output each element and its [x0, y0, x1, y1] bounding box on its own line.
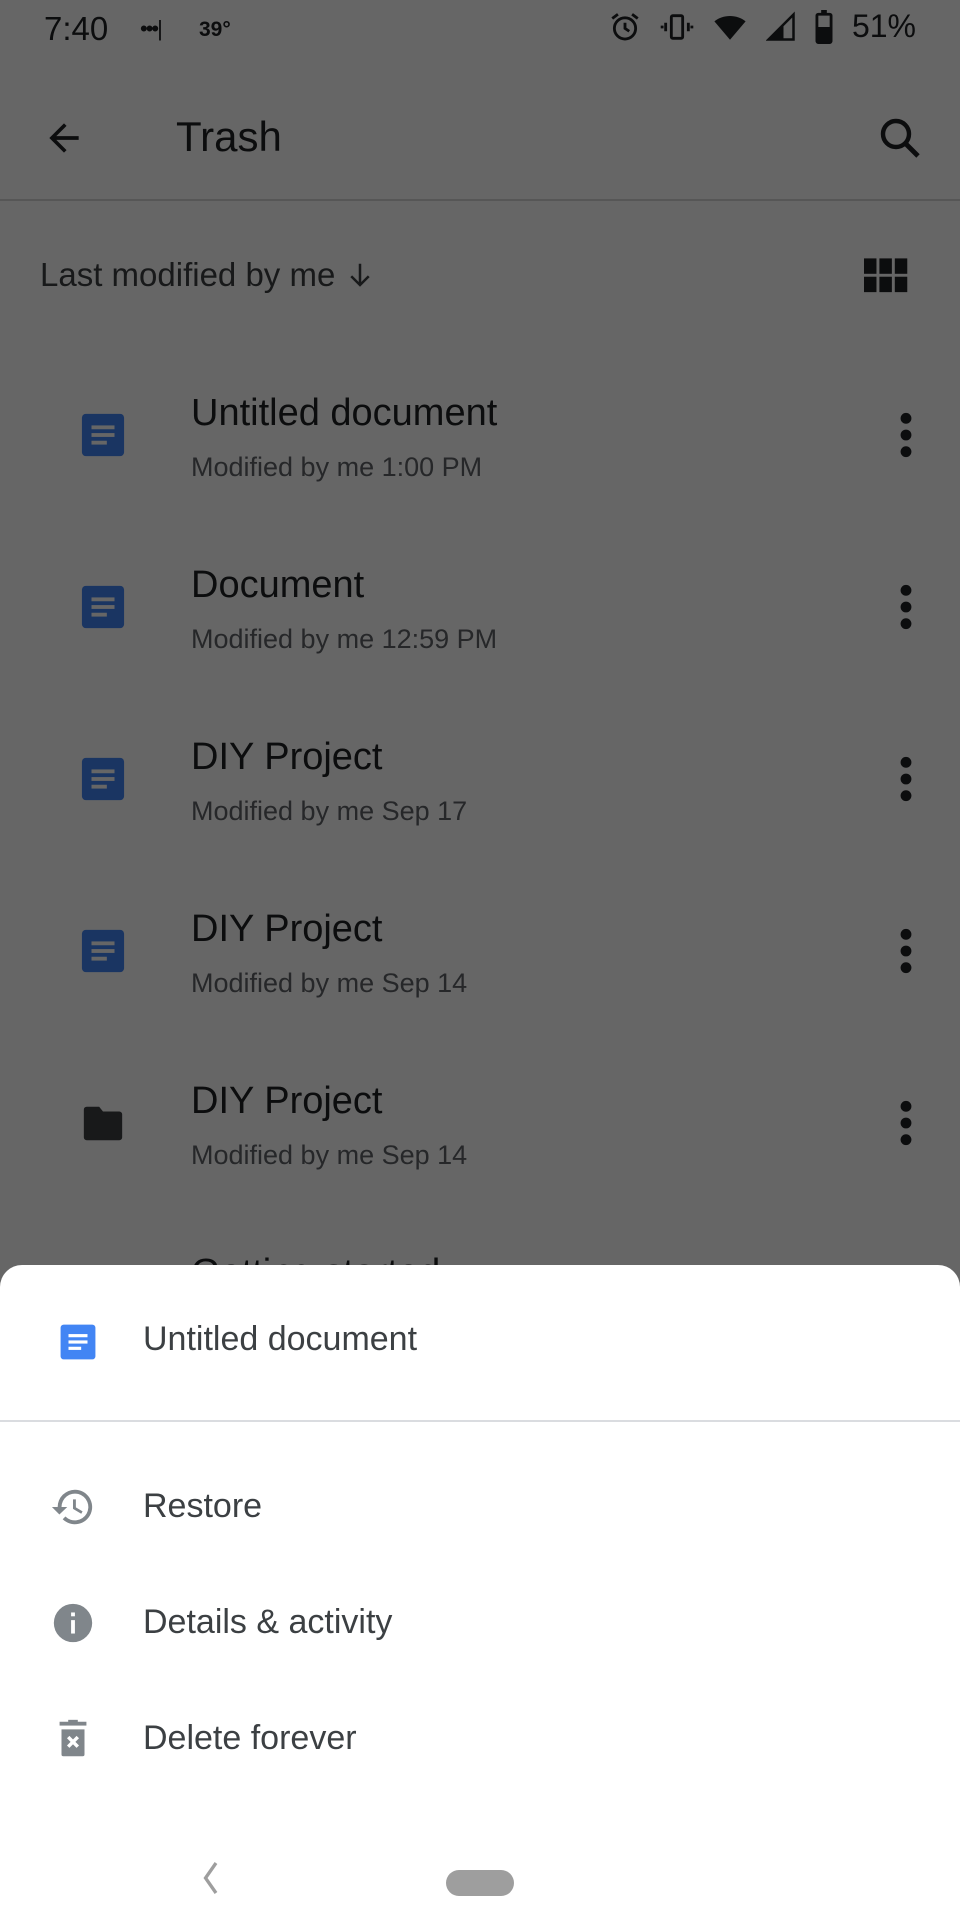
system-nav-bar: [0, 1820, 960, 1920]
restore-icon: [51, 1489, 93, 1525]
delete-forever-button[interactable]: Delete forever: [0, 1682, 960, 1798]
sheet-title: Untitled document: [143, 1320, 418, 1358]
delete-forever-label: Delete forever: [143, 1719, 357, 1757]
info-icon: [53, 1603, 93, 1643]
home-pill[interactable]: [446, 1870, 514, 1896]
details-activity-button[interactable]: Details & activity: [0, 1566, 960, 1682]
nav-back-icon[interactable]: [198, 1860, 222, 1896]
docs-icon: [60, 1324, 96, 1360]
delete-forever-icon: [59, 1719, 87, 1757]
sheet-header: Untitled document: [0, 1265, 960, 1422]
restore-label: Restore: [143, 1487, 263, 1525]
restore-button[interactable]: Restore: [0, 1450, 960, 1566]
details-activity-label: Details & activity: [143, 1603, 393, 1641]
